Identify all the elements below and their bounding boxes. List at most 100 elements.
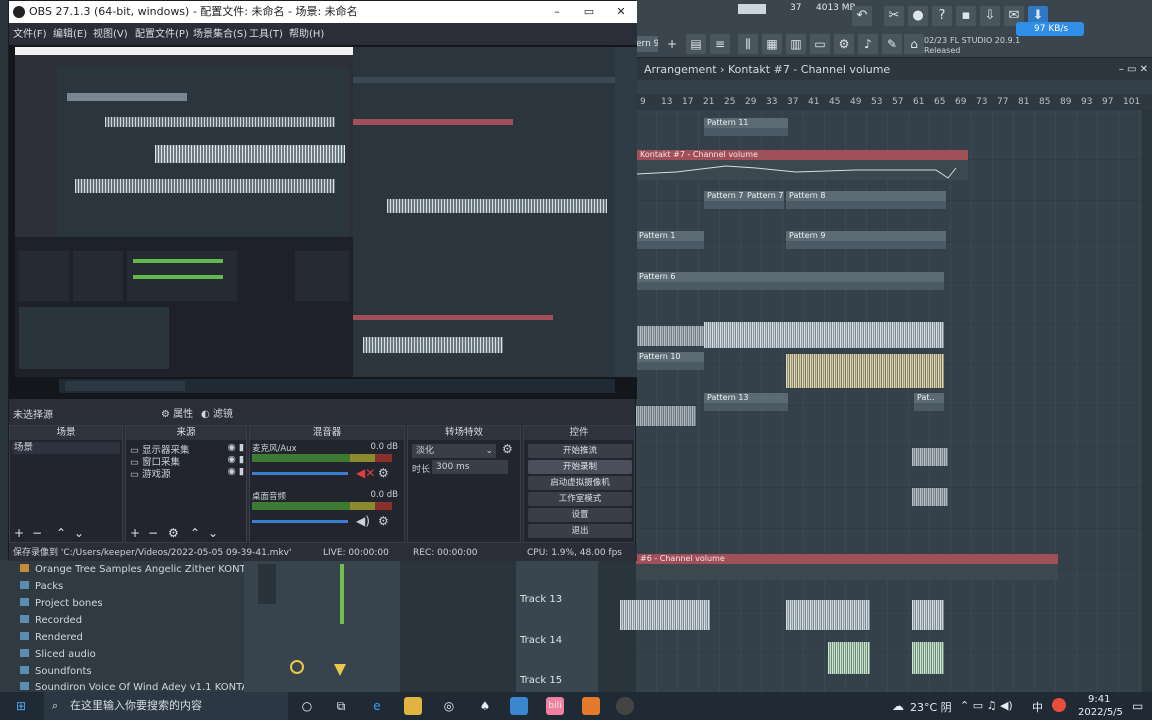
- browser-item[interactable]: Project bones: [20, 598, 103, 609]
- tracks-icon[interactable]: ≡: [710, 34, 730, 54]
- menu-profile[interactable]: 配置文件(P): [135, 25, 189, 40]
- obs-icon[interactable]: [616, 697, 634, 715]
- audio-clip-waveform-3[interactable]: [786, 354, 944, 388]
- menu-tools[interactable]: 工具(T): [249, 25, 283, 40]
- sogou-icon[interactable]: [1052, 698, 1066, 712]
- audio-clip-waveform-6[interactable]: [912, 488, 948, 506]
- automation-clip-channel-6[interactable]: #6 - Channel volume: [636, 554, 1058, 580]
- gear-icon[interactable]: ⚙: [378, 514, 389, 528]
- piano-roll-icon[interactable]: ▦: [762, 34, 782, 54]
- browser-icon[interactable]: ▭: [810, 34, 830, 54]
- undo-icon[interactable]: ↶: [852, 6, 872, 26]
- bilibili-icon[interactable]: bili: [546, 697, 564, 715]
- mixer-fader[interactable]: [258, 564, 276, 604]
- cut-icon[interactable]: ✂: [884, 6, 904, 26]
- close-icon[interactable]: ✕: [611, 1, 631, 23]
- menu-view[interactable]: 视图(V): [93, 25, 128, 40]
- tempo-icon[interactable]: ♪: [858, 34, 878, 54]
- exit-button[interactable]: 退出: [528, 524, 632, 538]
- menu-edit[interactable]: 编辑(E): [53, 25, 87, 40]
- help-icon[interactable]: ?: [932, 6, 952, 26]
- browser-item[interactable]: Soundfonts: [20, 666, 92, 677]
- qq-icon[interactable]: ♠: [476, 697, 494, 715]
- visibility-icon[interactable]: ◉ ▮: [227, 454, 244, 465]
- move-down-icon[interactable]: ⌄: [74, 526, 84, 540]
- track14-waveform-b[interactable]: [912, 642, 944, 674]
- properties-button[interactable]: ⚙ 属性: [161, 405, 193, 420]
- audio-clip-waveform-4[interactable]: [636, 406, 696, 426]
- fl-studio-icon[interactable]: [582, 697, 600, 715]
- speaker-icon[interactable]: ◀): [356, 514, 370, 528]
- gear-icon[interactable]: ⚙: [378, 466, 389, 480]
- remove-scene-icon[interactable]: −: [32, 526, 42, 540]
- cart-icon[interactable]: ⌂: [904, 34, 924, 54]
- tray-icons[interactable]: ⌃ ▭ ♫ ◀): [960, 699, 1013, 712]
- clock-date[interactable]: 2022/5/5: [1078, 707, 1123, 718]
- filters-button[interactable]: ◐ 滤镜: [201, 405, 233, 420]
- route-arrow-icon[interactable]: [334, 664, 346, 676]
- clip-pattern-8[interactable]: Pattern 8: [786, 191, 946, 209]
- weather-text[interactable]: 23°C 阴: [910, 699, 952, 715]
- app-icon[interactable]: [510, 697, 528, 715]
- automation-clip-kontakt-7[interactable]: Kontakt #7 - Channel volume: [636, 150, 968, 180]
- visibility-icon[interactable]: ◉ ▮: [227, 466, 244, 477]
- menu-file[interactable]: 文件(F): [13, 25, 47, 40]
- virtual-camera-button[interactable]: 启动虚拟摄像机: [528, 476, 632, 490]
- steam-icon[interactable]: ◎: [440, 697, 458, 715]
- menu-help[interactable]: 帮助(H): [289, 25, 324, 40]
- menu-scene-collection[interactable]: 场景集合(S): [193, 25, 247, 40]
- source-item[interactable]: ▭ 游戏源 ◉ ▮: [130, 466, 246, 480]
- track14-waveform-a[interactable]: [828, 642, 870, 674]
- clip-pat[interactable]: Pat..: [914, 393, 944, 411]
- transition-select[interactable]: 淡化 ⌄: [412, 444, 496, 458]
- clip-pattern-7[interactable]: Pattern 7: [704, 191, 744, 209]
- desktop-volume-slider[interactable]: [252, 520, 348, 523]
- duration-input[interactable]: 300 ms: [432, 460, 508, 474]
- studio-mode-button[interactable]: 工作室模式: [528, 492, 632, 506]
- audio-clip-waveform[interactable]: [704, 322, 944, 348]
- clip-pattern-7b[interactable]: Pattern 7: [744, 191, 784, 209]
- timeline-ruler[interactable]: 9 13 17 21 25 29 33 37 41 45 49 53 57 61 65 69 73 77 81 85 8…: [636, 94, 1152, 110]
- audio-clip-waveform-5[interactable]: [912, 448, 948, 466]
- edge-icon[interactable]: e: [368, 697, 386, 715]
- pan-knob-icon[interactable]: [290, 660, 304, 674]
- move-up-icon[interactable]: ⌃: [190, 526, 200, 540]
- track-header-15[interactable]: Track 15: [520, 675, 562, 686]
- track13-waveform-b[interactable]: [786, 600, 870, 630]
- add-pattern-icon[interactable]: +: [662, 34, 682, 54]
- browser-item[interactable]: Recorded: [20, 615, 82, 626]
- render-icon[interactable]: ⇩: [980, 6, 1000, 26]
- file-explorer-icon[interactable]: [404, 697, 422, 715]
- visibility-icon[interactable]: ◉ ▮: [227, 442, 244, 453]
- track13-waveform-a[interactable]: [620, 600, 710, 630]
- source-settings-icon[interactable]: ⚙: [168, 526, 179, 540]
- mic-volume-slider[interactable]: [252, 472, 348, 475]
- track13-waveform-c[interactable]: [912, 600, 944, 630]
- brush-icon[interactable]: ✎: [882, 34, 902, 54]
- clip-pattern-10[interactable]: Pattern 10: [636, 352, 704, 370]
- mic-icon[interactable]: ●: [908, 6, 928, 26]
- start-recording-button[interactable]: 开始录制: [528, 460, 632, 474]
- maximize-icon[interactable]: ▭: [579, 1, 599, 23]
- save-icon[interactable]: ▪: [956, 6, 976, 26]
- settings-button[interactable]: 设置: [528, 508, 632, 522]
- remove-source-icon[interactable]: −: [148, 526, 158, 540]
- clip-pattern-13[interactable]: Pattern 13: [704, 393, 788, 411]
- playlist-scrollbar[interactable]: [1142, 110, 1152, 692]
- track-header-14[interactable]: Track 14: [520, 635, 562, 646]
- taskbar-search[interactable]: ⌕ 在这里输入你要搜索的内容: [44, 692, 288, 720]
- browser-item[interactable]: Packs: [20, 581, 63, 592]
- mute-icon[interactable]: ◀✕: [356, 466, 375, 480]
- track-header-13[interactable]: Track 13: [520, 594, 562, 605]
- audio-clip-waveform-2[interactable]: [636, 326, 704, 346]
- plugin-icon[interactable]: ⚙: [834, 34, 854, 54]
- add-source-icon[interactable]: +: [130, 526, 140, 540]
- notification-icon[interactable]: ▭: [1132, 699, 1143, 713]
- scene-item[interactable]: 场景: [12, 442, 120, 454]
- clip-pattern-1[interactable]: Pattern 1: [636, 231, 704, 249]
- mixer-icon[interactable]: ⫼: [738, 34, 758, 54]
- task-view-icon[interactable]: ⧉: [332, 697, 350, 715]
- clip-pattern-9[interactable]: Pattern 9: [786, 231, 946, 249]
- minimize-icon[interactable]: –: [547, 1, 567, 23]
- ime-indicator[interactable]: 中: [1032, 699, 1043, 715]
